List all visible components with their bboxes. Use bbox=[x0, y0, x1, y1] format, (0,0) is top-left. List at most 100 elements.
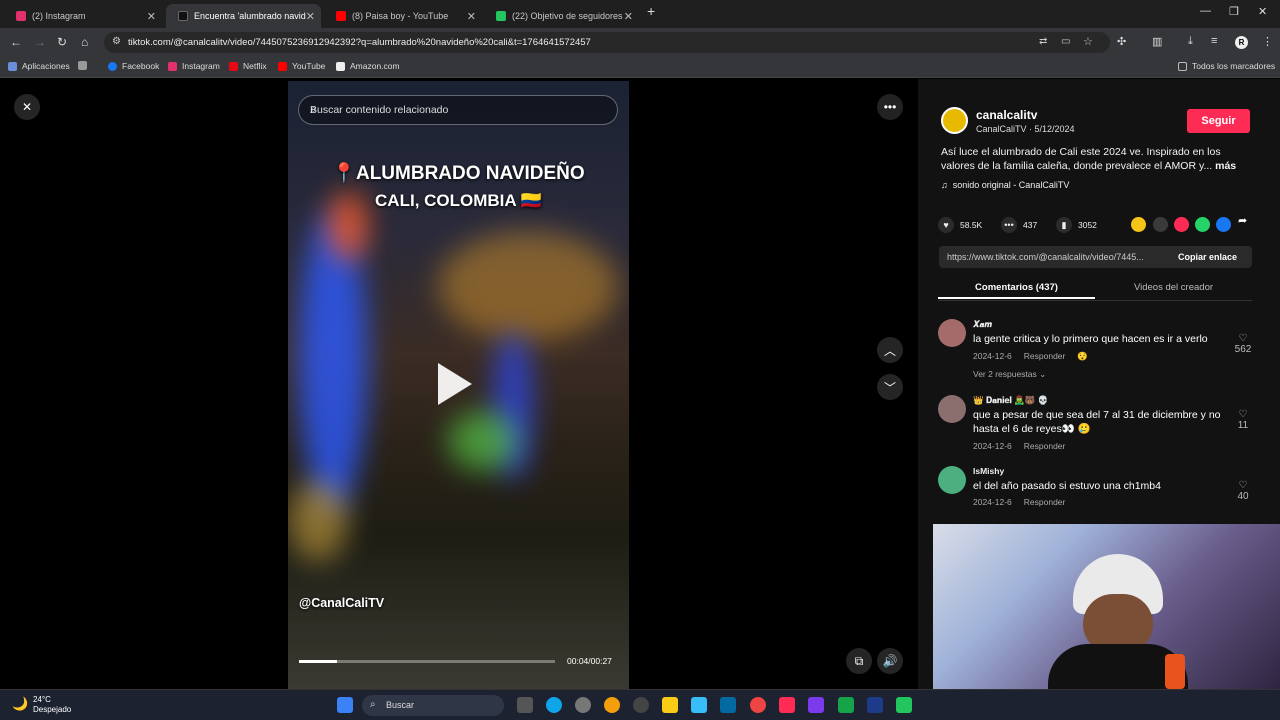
profile-avatar[interactable]: R bbox=[1235, 36, 1248, 49]
tab-comments[interactable]: Comentarios (437) bbox=[938, 277, 1095, 299]
reply-button[interactable]: Responder bbox=[1024, 497, 1066, 507]
close-icon[interactable]: ✕ bbox=[467, 10, 476, 23]
avatar[interactable] bbox=[938, 395, 966, 423]
tab-tiktok-active[interactable]: Encuentra 'alumbrado navideño ✕ bbox=[166, 4, 321, 28]
tab-youtube[interactable]: (8) Paisa boy - YouTube ✕ bbox=[324, 4, 482, 28]
bookmark-netflix[interactable]: Netflix bbox=[229, 61, 267, 71]
heart-outline-icon: ♡ bbox=[1238, 333, 1248, 344]
like-stat[interactable]: ♥ 58.5K bbox=[938, 217, 982, 233]
reload-icon[interactable]: ↻ bbox=[57, 35, 67, 49]
volume-button[interactable]: 🔊 bbox=[877, 648, 903, 674]
weather-widget[interactable]: 24°C Despejado bbox=[33, 695, 71, 715]
obs-icon[interactable] bbox=[633, 697, 649, 713]
tiktok-live-icon[interactable] bbox=[779, 697, 795, 713]
sound-row[interactable]: ♫ sonido original - CanalCaliTV bbox=[941, 180, 1069, 190]
reply-button[interactable]: Responder bbox=[1024, 441, 1066, 451]
save-stat[interactable]: ▮ 3052 bbox=[1056, 217, 1097, 233]
file-explorer-icon[interactable] bbox=[662, 697, 678, 713]
tab-objetivo[interactable]: (22) Objetivo de seguidores / S ✕ bbox=[484, 4, 639, 28]
task-view-icon[interactable] bbox=[517, 697, 533, 713]
channel-name[interactable]: canalcalitv bbox=[976, 108, 1037, 122]
bookmark-facebook[interactable]: Facebook bbox=[108, 61, 159, 71]
opera-icon[interactable] bbox=[750, 697, 766, 713]
friends-share-icon[interactable] bbox=[1131, 217, 1146, 232]
outlook-icon[interactable] bbox=[720, 697, 736, 713]
previous-video-button[interactable]: ︿ bbox=[877, 337, 903, 363]
bookmark-label: Netflix bbox=[243, 61, 267, 71]
tab-instagram[interactable]: (2) Instagram ✕ bbox=[4, 4, 162, 28]
minimize-icon[interactable]: — bbox=[1200, 5, 1211, 17]
new-tab-icon[interactable]: + bbox=[647, 3, 655, 19]
sidepanel-icon[interactable]: ▥ bbox=[1152, 35, 1162, 48]
bookmark-amazon[interactable]: Amazon.com bbox=[336, 61, 400, 71]
window-close-icon[interactable]: ✕ bbox=[1258, 5, 1267, 18]
xbox-icon[interactable] bbox=[838, 697, 854, 713]
instagram-icon bbox=[16, 11, 26, 21]
cast-icon[interactable]: ▭ bbox=[1061, 36, 1070, 47]
bookmark-youtube[interactable]: YouTube bbox=[278, 61, 325, 71]
close-video-button[interactable]: ✕ bbox=[14, 94, 40, 120]
restore-icon[interactable]: ❐ bbox=[1229, 5, 1239, 18]
chrome-icon[interactable] bbox=[604, 697, 620, 713]
url-text[interactable]: tiktok.com/@canalcalitv/video/7445075236… bbox=[128, 37, 591, 48]
avatar[interactable] bbox=[938, 319, 966, 347]
site-info-icon[interactable]: ⚙ bbox=[112, 36, 121, 47]
settings-icon[interactable] bbox=[575, 697, 591, 713]
related-search-input[interactable]: Buscar contenido relacionado ⌕ bbox=[298, 95, 618, 125]
home-icon[interactable]: ⌂ bbox=[81, 35, 88, 49]
search-icon[interactable]: ⌕ bbox=[310, 102, 607, 117]
bookmark-instagram[interactable]: Instagram bbox=[168, 61, 220, 71]
miniplayer-button[interactable]: ⧉ bbox=[846, 648, 872, 674]
back-icon[interactable]: ← bbox=[10, 35, 22, 49]
taskbar-search-label: Buscar bbox=[386, 700, 415, 710]
comment-like[interactable]: ♡ 11 bbox=[1228, 409, 1258, 431]
streamlabs-icon[interactable] bbox=[896, 697, 912, 713]
bookmark-star-icon[interactable]: ☆ bbox=[1083, 35, 1093, 48]
forward-icon[interactable]: → bbox=[34, 35, 46, 49]
avatar[interactable] bbox=[938, 466, 966, 494]
facebook-icon[interactable] bbox=[1216, 217, 1231, 232]
whatsapp-icon[interactable] bbox=[1195, 217, 1210, 232]
extensions-icon[interactable]: ✣ bbox=[1117, 35, 1126, 48]
tab-creator-videos[interactable]: Videos del creador bbox=[1095, 277, 1252, 299]
edge-icon[interactable] bbox=[546, 697, 562, 713]
close-icon[interactable]: ✕ bbox=[147, 10, 156, 23]
store-icon[interactable] bbox=[691, 697, 707, 713]
bookmark-apps[interactable]: Aplicaciones bbox=[8, 61, 70, 71]
more-options-button[interactable]: ••• bbox=[877, 94, 903, 120]
taskbar-search[interactable]: ⌕ Buscar bbox=[362, 695, 504, 716]
comment-username[interactable]: 𝑿𝒂𝒎 bbox=[973, 319, 992, 330]
comment-icon: ••• bbox=[1001, 217, 1017, 233]
start-icon[interactable] bbox=[337, 697, 353, 713]
all-bookmarks[interactable]: Todos los marcadores bbox=[1178, 61, 1275, 71]
translate-icon[interactable]: ⇄ bbox=[1039, 36, 1047, 47]
play-icon[interactable] bbox=[438, 363, 472, 405]
comment-stat[interactable]: ••• 437 bbox=[1001, 217, 1037, 233]
share-arrow-icon[interactable]: ➦ bbox=[1238, 214, 1253, 229]
menu-icon[interactable]: ⋮ bbox=[1262, 35, 1273, 48]
close-icon[interactable]: ✕ bbox=[306, 10, 315, 23]
bookmark-grid[interactable] bbox=[78, 61, 87, 70]
comment-like[interactable]: ♡ 562 bbox=[1228, 333, 1258, 355]
comment-username[interactable]: 👑 𝐃𝐚𝐧𝐢𝐞𝐥 🧟‍♂️🐻 💀 bbox=[973, 395, 1048, 406]
video-player[interactable]: Buscar contenido relacionado ⌕ 📍ALUMBRAD… bbox=[288, 81, 629, 689]
steam-icon[interactable] bbox=[867, 697, 883, 713]
comment-username[interactable]: IsMishy bbox=[973, 466, 1004, 476]
reply-button[interactable]: Responder bbox=[1024, 351, 1066, 361]
channel-avatar[interactable] bbox=[941, 107, 968, 134]
next-video-button[interactable]: ﹀ bbox=[877, 374, 903, 400]
media-icon[interactable]: ≡ bbox=[1211, 35, 1217, 47]
more-link[interactable]: más bbox=[1215, 160, 1236, 172]
embed-icon[interactable] bbox=[1153, 217, 1168, 232]
close-icon[interactable]: ✕ bbox=[624, 10, 633, 23]
comment-like[interactable]: ♡ 40 bbox=[1228, 480, 1258, 502]
video-progress-bar[interactable] bbox=[299, 660, 555, 663]
video-link-text[interactable]: https://www.tiktok.com/@canalcalitv/vide… bbox=[947, 252, 1165, 262]
view-replies-button[interactable]: Ver 2 respuestas ⌄ bbox=[973, 369, 1046, 380]
discord-icon[interactable] bbox=[808, 697, 824, 713]
omnibox[interactable]: ⚙ tiktok.com/@canalcalitv/video/74450752… bbox=[104, 32, 1110, 53]
follow-button[interactable]: Seguir bbox=[1187, 109, 1250, 133]
copy-link-button[interactable]: Copiar enlace bbox=[1178, 252, 1237, 262]
download-icon[interactable]: ⤓ bbox=[1188, 35, 1193, 48]
send-icon[interactable] bbox=[1174, 217, 1189, 232]
